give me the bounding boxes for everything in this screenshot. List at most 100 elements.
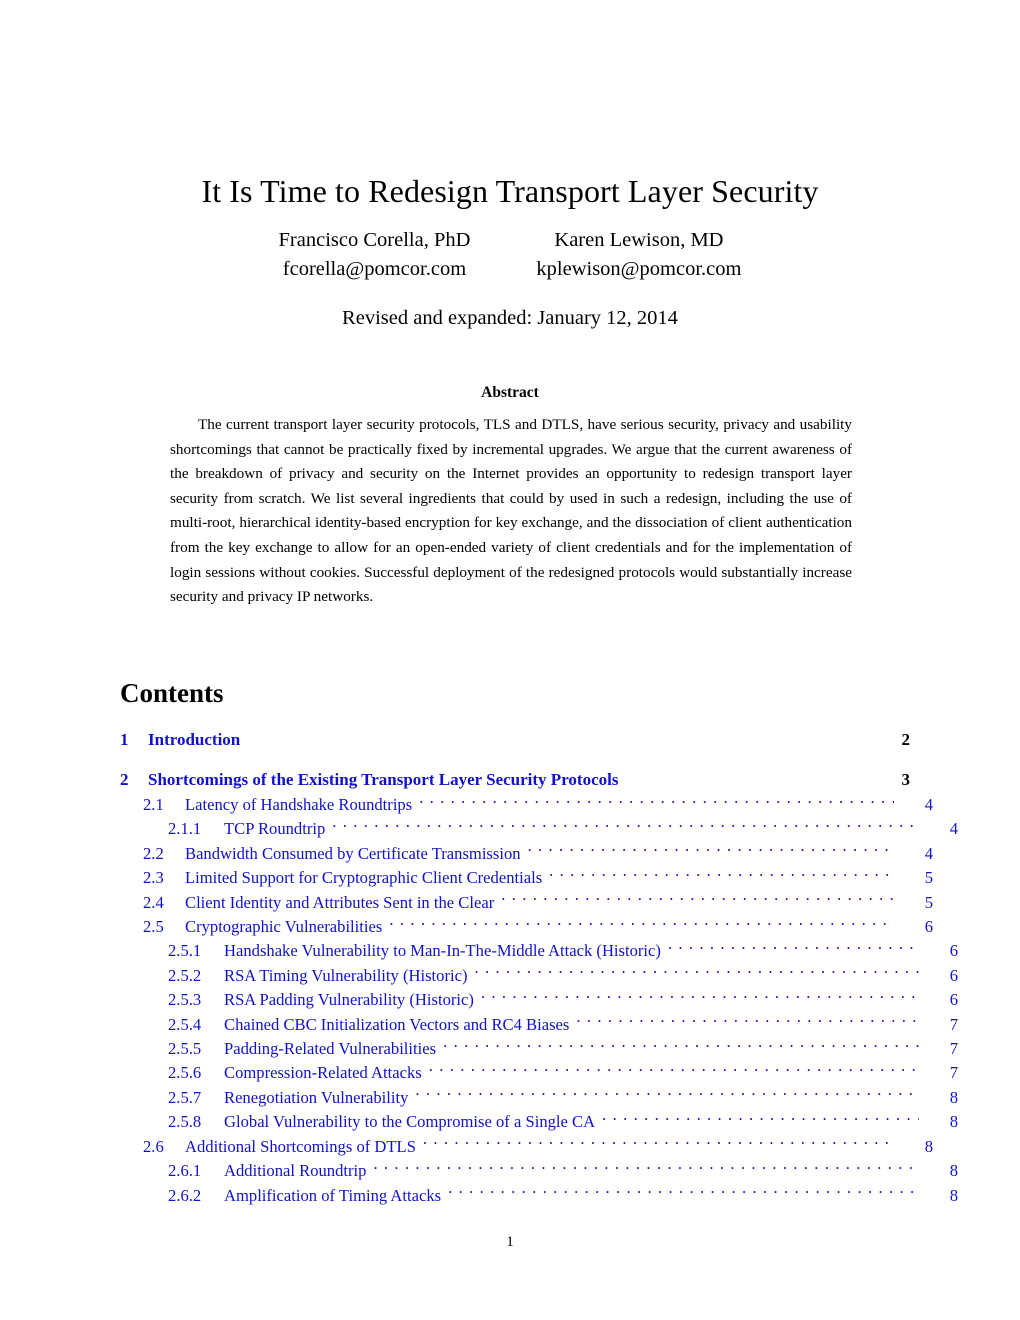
toc-entry-label: Padding-Related Vulnerabilities bbox=[224, 1039, 437, 1059]
toc-entry-page: 6 bbox=[949, 990, 958, 1010]
toc-entry-page: 8 bbox=[949, 1087, 958, 1107]
toc-entry-page: 6 bbox=[924, 917, 933, 937]
author-entry: Francisco Corella, PhD fcorella@pomcor.c… bbox=[279, 226, 471, 284]
toc-dot-leader bbox=[373, 1160, 919, 1177]
toc-entry-label: Global Vulnerability to the Compromise o… bbox=[224, 1112, 596, 1132]
toc-entry-2-6-1[interactable]: 2.6.1 Additional Roundtrip 8 bbox=[120, 1159, 958, 1183]
toc-entry-label: RSA Padding Vulnerability (Historic) bbox=[224, 990, 474, 1010]
toc-entry-label: TCP Roundtrip bbox=[224, 819, 326, 839]
author-email: fcorella@pomcor.com bbox=[282, 258, 467, 280]
toc-entry-2-1-1[interactable]: 2.1.1 TCP Roundtrip 4 bbox=[120, 817, 958, 841]
author-name: Francisco Corella, PhD bbox=[278, 229, 471, 251]
toc-entry-page: 7 bbox=[949, 1039, 958, 1059]
toc-entry-label: Handshake Vulnerability to Man-In-The-Mi… bbox=[224, 941, 661, 961]
toc-dot-leader bbox=[528, 842, 894, 859]
toc-dot-leader bbox=[429, 1062, 919, 1079]
toc-entry-label: Shortcomings of the Existing Transport L… bbox=[148, 770, 619, 789]
toc-entry-page: 2 bbox=[901, 730, 911, 749]
author-block: Francisco Corella, PhD fcorella@pomcor.c… bbox=[60, 226, 960, 284]
toc-entry-2-5-3[interactable]: 2.5.3 RSA Padding Vulnerability (Historic… bbox=[120, 988, 958, 1012]
toc-entry-page: 4 bbox=[949, 819, 958, 839]
toc-dot-leader bbox=[481, 989, 919, 1006]
toc-entry-2-5[interactable]: 2.5 Cryptographic Vulnerabilities 6 bbox=[120, 915, 933, 939]
toc-entry-2-4[interactable]: 2.4 Client Identity and Attributes Sent i… bbox=[120, 891, 933, 915]
toc-entry-label: Amplification of Timing Attacks bbox=[224, 1185, 442, 1205]
toc-entry-label: Latency of Handshake Roundtrips bbox=[185, 795, 413, 814]
toc-entry-2-5-1[interactable]: 2.5.1 Handshake Vulnerability to Man-In-T… bbox=[120, 939, 958, 963]
toc-entry-number: 2.5.7 bbox=[168, 1087, 202, 1107]
toc-dot-leader bbox=[549, 867, 894, 884]
author-email: kplewison@pomcor.com bbox=[536, 258, 742, 280]
toc-dot-leader bbox=[415, 1086, 919, 1103]
toc-entry-2[interactable]: 2 Shortcomings of the Existing Transport … bbox=[120, 767, 910, 793]
abstract-body: The current transport layer security pro… bbox=[170, 416, 852, 606]
revision-date: Revised and expanded: January 12, 2014 bbox=[342, 307, 678, 329]
toc-entry-label: RSA Timing Vulnerability (Historic) bbox=[224, 965, 468, 985]
toc-entry-number: 2.6.2 bbox=[168, 1185, 202, 1205]
author-entry: Karen Lewison, MD kplewison@pomcor.com bbox=[536, 226, 741, 284]
toc-entry-2-6[interactable]: 2.6 Additional Shortcomings of DTLS 8 bbox=[120, 1135, 933, 1159]
toc-entry-number: 2.6 bbox=[143, 1136, 164, 1156]
toc-entry-2-5-8[interactable]: 2.5.8 Global Vulnerability to the Comprom… bbox=[120, 1110, 958, 1134]
toc-entry-number: 2.5.1 bbox=[168, 941, 202, 961]
toc-entry-number: 2.5.6 bbox=[168, 1063, 202, 1083]
toc-entry-2-1[interactable]: 2.1 Latency of Handshake Roundtrips 4 bbox=[120, 793, 933, 817]
toc-entry-number: 2 bbox=[120, 770, 129, 789]
toc-entry-label: Introduction bbox=[148, 730, 241, 749]
toc-entry-page: 8 bbox=[949, 1185, 958, 1205]
toc-entry-page: 3 bbox=[901, 770, 911, 789]
toc-entry-1[interactable]: 1 Introduction 2 bbox=[120, 727, 910, 753]
toc-entry-number: 2.5 bbox=[143, 917, 164, 937]
toc-entry-page: 8 bbox=[949, 1161, 958, 1181]
toc-entry-page: 4 bbox=[924, 795, 933, 814]
toc-entry-label: Additional Shortcomings of DTLS bbox=[185, 1136, 416, 1156]
toc-dot-leader bbox=[448, 1184, 919, 1201]
toc-entry-2-6-2[interactable]: 2.6.2 Amplification of Timing Attacks 8 bbox=[120, 1184, 958, 1208]
table-of-contents: 1 Introduction 2 2 Shortcomings of the Exist… bbox=[120, 727, 958, 1208]
author-name: Karen Lewison, MD bbox=[554, 229, 724, 251]
page-title: It Is Time to Redesign Transport Layer S… bbox=[201, 173, 819, 210]
toc-entry-number: 2.5.3 bbox=[168, 990, 202, 1010]
toc-entry-label: Cryptographic Vulnerabilities bbox=[185, 917, 383, 937]
toc-entry-number: 2.5.4 bbox=[168, 1014, 202, 1034]
toc-entry-number: 2.4 bbox=[143, 892, 164, 912]
toc-entry-number: 2.1 bbox=[143, 795, 164, 814]
toc-entry-2-3[interactable]: 2.3 Limited Support for Cryptographic Cli… bbox=[120, 866, 933, 890]
toc-entry-label: Chained CBC Initialization Vectors and R… bbox=[224, 1014, 570, 1034]
toc-entry-label: Renegotiation Vulnerability bbox=[224, 1087, 409, 1107]
toc-entry-2-5-6[interactable]: 2.5.6 Compression-Related Attacks 7 bbox=[120, 1061, 958, 1085]
toc-entry-label: Limited Support for Cryptographic Client… bbox=[185, 868, 543, 888]
footer-page-number: 1 bbox=[506, 1234, 514, 1250]
toc-entry-number: 2.3 bbox=[143, 868, 164, 888]
toc-dot-leader bbox=[474, 964, 919, 981]
toc-dot-leader bbox=[247, 728, 871, 745]
abstract-heading: Abstract bbox=[481, 384, 539, 401]
toc-entry-2-5-7[interactable]: 2.5.7 Renegotiation Vulnerability 8 bbox=[120, 1086, 958, 1110]
toc-entry-page: 8 bbox=[924, 1136, 933, 1156]
toc-dot-leader bbox=[419, 793, 894, 810]
toc-dot-leader bbox=[602, 1111, 919, 1128]
toc-entry-2-2[interactable]: 2.2 Bandwidth Consumed by Certificate Tra… bbox=[120, 842, 933, 866]
toc-entry-page: 5 bbox=[924, 868, 933, 888]
toc-dot-leader bbox=[423, 1135, 894, 1152]
toc-entry-number: 2.5.8 bbox=[168, 1112, 202, 1132]
toc-entry-2-5-4[interactable]: 2.5.4 Chained CBC Initialization Vectors … bbox=[120, 1013, 958, 1037]
toc-dot-leader bbox=[668, 940, 919, 957]
toc-dot-leader bbox=[576, 1013, 919, 1030]
toc-entry-number: 1 bbox=[120, 730, 129, 749]
toc-entry-label: Bandwidth Consumed by Certificate Transm… bbox=[185, 843, 521, 863]
toc-entry-2-5-2[interactable]: 2.5.2 RSA Timing Vulnerability (Historic)… bbox=[120, 964, 958, 988]
toc-dot-leader bbox=[625, 768, 871, 785]
toc-entry-number: 2.2 bbox=[143, 843, 164, 863]
toc-entry-page: 8 bbox=[949, 1112, 958, 1132]
toc-entry-number: 2.5.2 bbox=[168, 965, 202, 985]
contents-heading: Contents bbox=[120, 678, 224, 708]
toc-entry-number: 2.6.1 bbox=[168, 1161, 202, 1181]
toc-entry-2-5-5[interactable]: 2.5.5 Padding-Related Vulnerabilities 7 bbox=[120, 1037, 958, 1061]
toc-dot-leader bbox=[389, 915, 894, 932]
paper-page: It Is Time to Redesign Transport Layer S… bbox=[0, 0, 1020, 1320]
toc-entry-number: 2.1.1 bbox=[168, 819, 202, 839]
toc-entry-page: 5 bbox=[924, 892, 933, 912]
toc-entry-page: 4 bbox=[924, 843, 933, 863]
toc-entry-page: 7 bbox=[949, 1014, 958, 1034]
